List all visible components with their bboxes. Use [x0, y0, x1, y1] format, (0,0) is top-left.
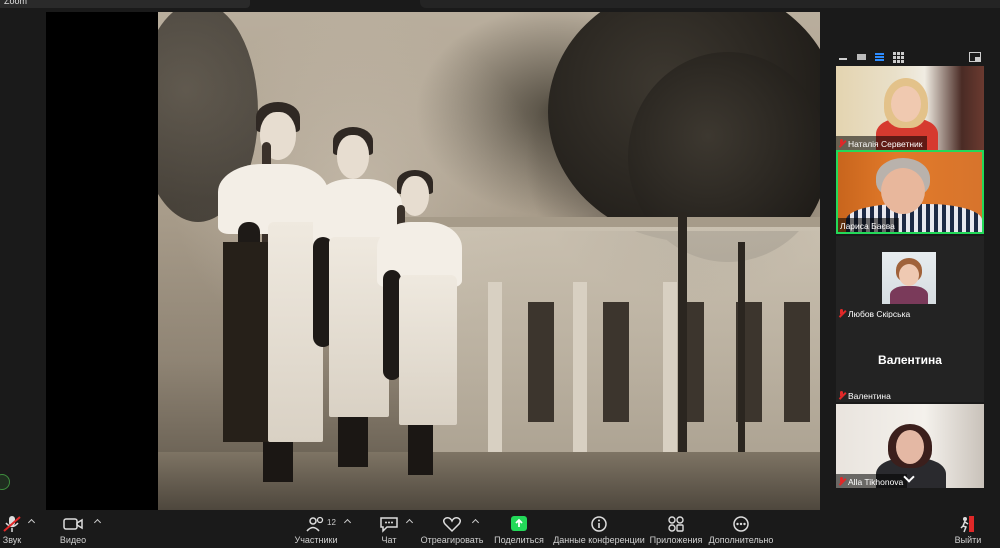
video-button[interactable]: Видео [56, 512, 90, 548]
gallery-grid-icon[interactable] [893, 52, 905, 63]
apps-icon [665, 515, 687, 533]
speaker-view-icon[interactable] [874, 52, 886, 62]
share-screen-button[interactable]: Поделиться [494, 512, 544, 548]
participant-name-label: Валентина [836, 388, 895, 402]
muted-mic-icon [838, 477, 845, 486]
thumbnail-strip-icon[interactable] [857, 52, 869, 62]
window-title: Zoom [0, 0, 250, 8]
leave-meeting-button[interactable]: Выйти [954, 512, 982, 548]
minimize-icon[interactable] [839, 58, 847, 60]
exit-side-by-side-icon[interactable] [969, 52, 981, 62]
zoom-meeting-window: Zoom Наталія Серветник Лариса Баєва Любо… [0, 0, 1000, 548]
girl-figure-left [218, 102, 328, 482]
participant-name-label: Лариса Баєва [838, 218, 899, 232]
leave-door-icon [957, 515, 979, 533]
tree-trunk [678, 212, 687, 482]
more-dots-icon [730, 515, 752, 533]
video-options-caret[interactable] [94, 518, 101, 525]
top-banner [420, 0, 1000, 8]
muted-mic-icon [838, 391, 845, 400]
react-options-caret[interactable] [472, 518, 479, 525]
pencil-icon[interactable] [0, 474, 10, 490]
participant-tile-active-speaker[interactable]: Лариса Баєва [836, 150, 984, 234]
audio-options-caret[interactable] [28, 518, 35, 525]
video-camera-icon [62, 515, 84, 533]
building-pillar [488, 282, 502, 462]
muted-mic-icon [838, 309, 845, 318]
chat-button[interactable]: Чат [378, 512, 400, 548]
muted-mic-icon [838, 139, 845, 148]
chat-bubble-icon [378, 515, 400, 533]
top-strip: Zoom [0, 0, 1000, 12]
meeting-info-button[interactable]: Данные конференции [553, 512, 645, 548]
building-pillar [573, 282, 587, 462]
participants-count: 12 [327, 518, 336, 527]
building-window [784, 302, 810, 422]
participant-tile[interactable]: Валентина Валентина [836, 318, 984, 402]
heart-icon [441, 515, 463, 533]
building-window [528, 302, 554, 422]
more-button[interactable]: Дополнительно [709, 512, 773, 548]
info-icon [588, 515, 610, 533]
participant-name-label: Alla Tikhonova [836, 474, 908, 488]
participant-name-label: Наталія Серветник [836, 136, 927, 150]
participants-icon [305, 515, 327, 533]
tree-trunk [738, 242, 745, 482]
mic-muted-icon [1, 515, 23, 533]
participant-display-name: Валентина [878, 353, 942, 367]
participant-tile[interactable]: Наталія Серветник [836, 66, 984, 150]
meeting-toolbar: Звук Видео Участники 12 Чат Отреагироват… [0, 510, 1000, 548]
apps-button[interactable]: Приложения [650, 512, 702, 548]
participant-avatar [882, 252, 936, 304]
shared-photo [158, 12, 820, 510]
share-arrow-icon [508, 515, 530, 533]
shared-screen [46, 12, 820, 510]
participant-tile[interactable]: Любов Скірська [836, 236, 984, 320]
audio-button[interactable]: Звук [0, 512, 24, 548]
girl-figure-right [373, 170, 468, 480]
participants-options-caret[interactable] [344, 518, 351, 525]
gallery-view-controls [833, 48, 985, 66]
building-window [603, 302, 629, 422]
chat-options-caret[interactable] [406, 518, 413, 525]
chevron-down-icon[interactable] [902, 472, 916, 484]
building-pillar [663, 282, 677, 462]
